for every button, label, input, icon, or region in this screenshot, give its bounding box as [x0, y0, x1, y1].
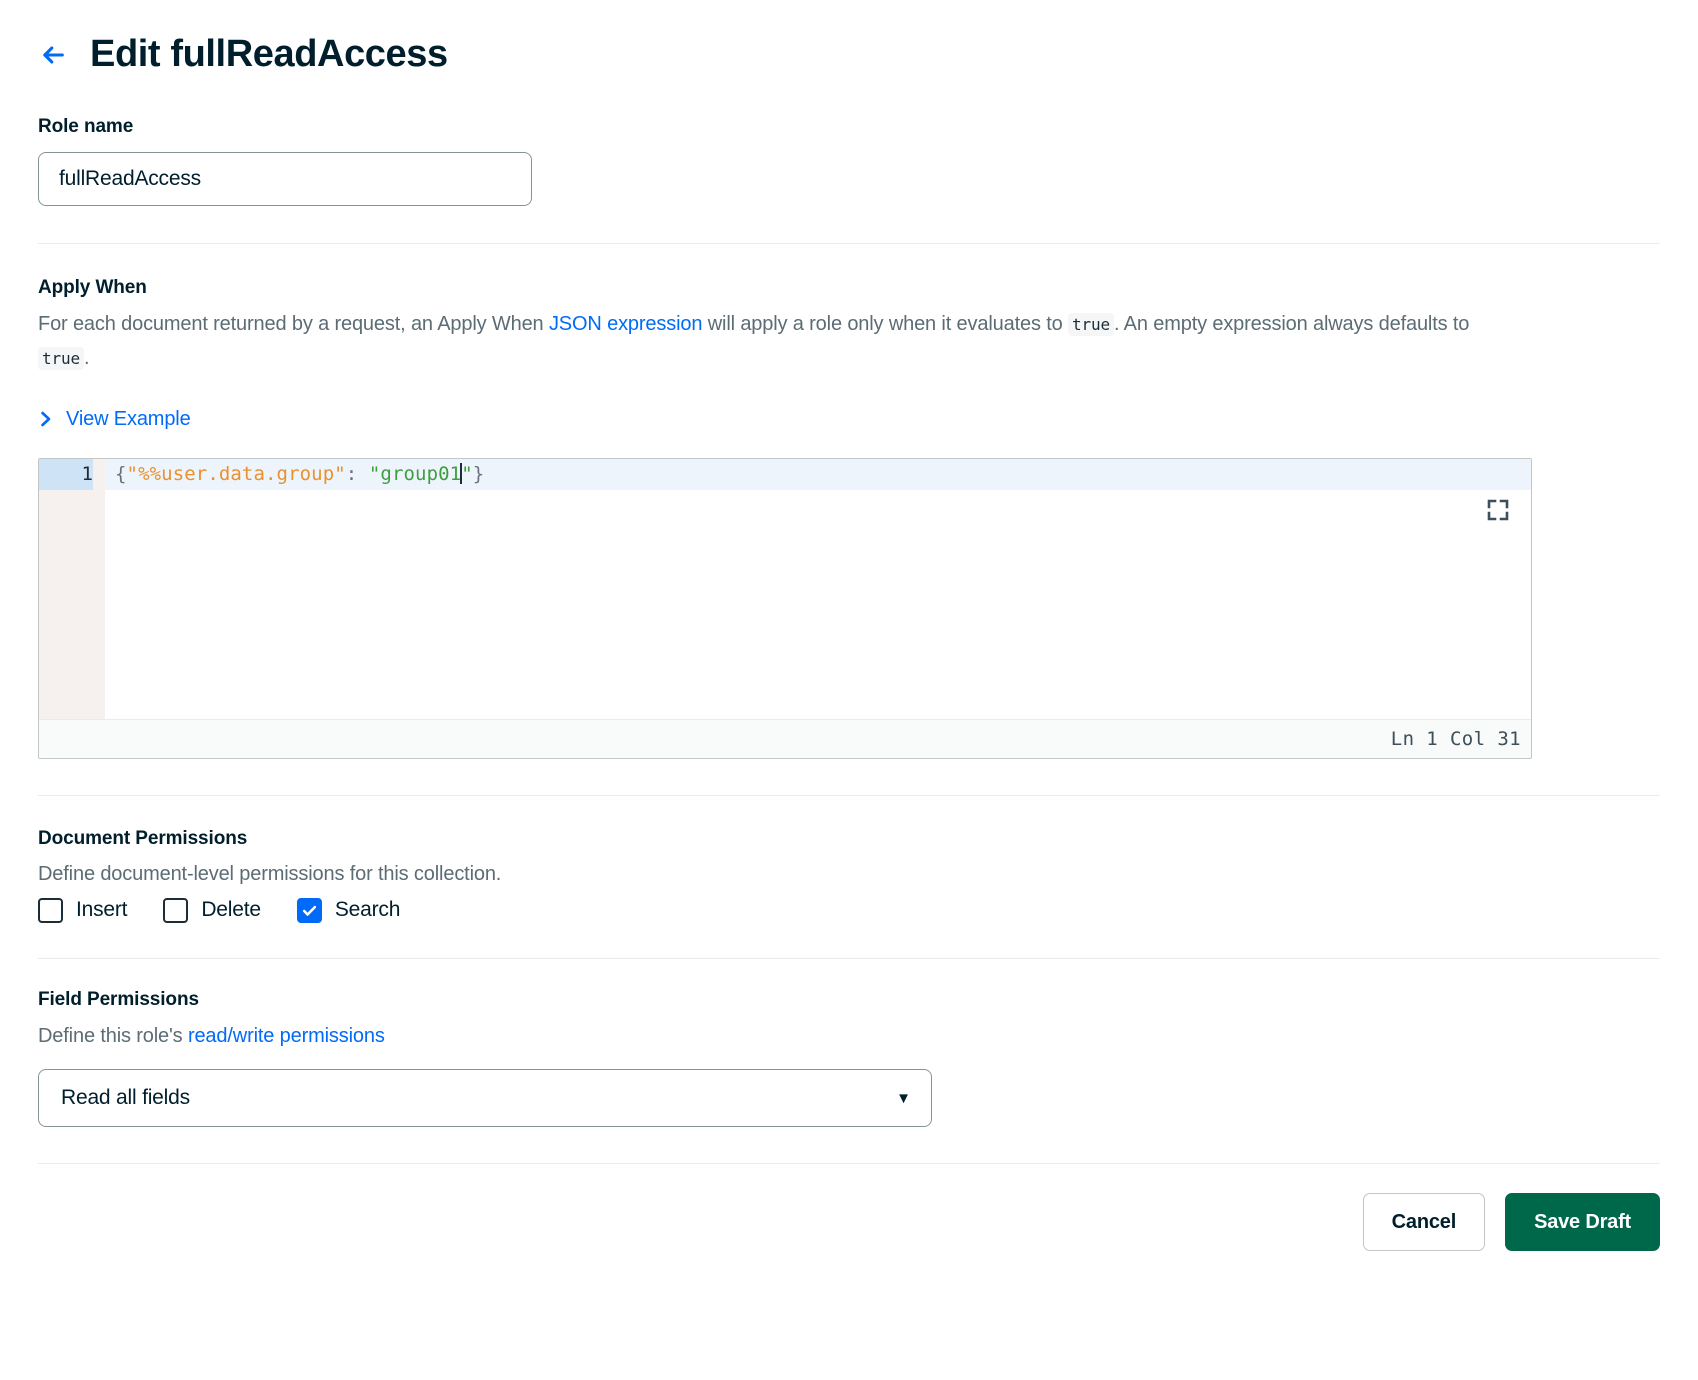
- field-permissions-select-value: Read all fields: [61, 1086, 190, 1110]
- code-close-brace: }: [472, 463, 485, 486]
- apply-when-desc-part3: . An empty expression always defaults to: [1113, 313, 1470, 335]
- document-permissions-description: Define document-level permissions for th…: [38, 863, 502, 886]
- checkbox-search[interactable]: Search: [296, 897, 401, 923]
- checkbox-insert-box[interactable]: [38, 897, 63, 923]
- field-permissions-desc-part1: Define this role's: [38, 1024, 188, 1047]
- editor-body[interactable]: 1 {"%%user.data.group": "group01"}: [39, 459, 1531, 720]
- checkbox-delete-box[interactable]: [163, 897, 189, 923]
- code-key: "%%user.data.group": [126, 463, 346, 486]
- read-write-permissions-link[interactable]: read/write permissions: [188, 1025, 385, 1047]
- code-open-brace: {: [115, 463, 127, 486]
- apply-when-description: For each document returned by a request,…: [38, 307, 1508, 376]
- apply-when-desc-part1: For each document returned by a request,…: [38, 313, 549, 335]
- code-colon: :: [345, 463, 369, 486]
- checkbox-delete[interactable]: Delete: [163, 897, 261, 923]
- json-expression-link[interactable]: JSON expression: [549, 313, 703, 335]
- editor-code-area[interactable]: {"%%user.data.group": "group01"}: [105, 459, 1531, 720]
- chevron-right-icon: [38, 410, 54, 428]
- checkbox-insert-label: Insert: [76, 898, 128, 922]
- true-code-chip-1: true: [1068, 313, 1114, 336]
- apply-when-desc-part4: .: [83, 347, 90, 370]
- code-line-1[interactable]: {"%%user.data.group": "group01"}: [105, 459, 1531, 491]
- checkbox-search-label: Search: [334, 898, 401, 922]
- edit-role-page: Edit fullReadAccess Role name Apply When…: [0, 0, 1698, 1380]
- true-code-chip-2: true: [38, 347, 84, 371]
- code-value: "group01: [368, 463, 462, 486]
- field-permissions-description: Define this role's read/write permission…: [38, 1019, 1508, 1053]
- page-title: Edit fullReadAccess: [90, 33, 448, 76]
- document-permissions-section: Document Permissions Define document-lev…: [38, 796, 1660, 923]
- code-value-end-quote: ": [461, 463, 473, 486]
- role-name-label: Role name: [38, 116, 134, 137]
- editor-gutter: 1: [39, 459, 105, 720]
- role-name-input[interactable]: [38, 152, 532, 206]
- apply-when-section: Apply When For each document returned by…: [38, 244, 1660, 760]
- page-header: Edit fullReadAccess: [38, 0, 1660, 86]
- cursor-position-status: Ln 1 Col 31: [1390, 728, 1521, 751]
- view-example-label: View Example: [66, 407, 191, 430]
- field-permissions-label: Field Permissions: [38, 988, 199, 1010]
- view-example-toggle[interactable]: View Example: [38, 408, 191, 431]
- role-name-section: Role name: [38, 86, 1660, 206]
- document-permissions-checkbox-row: Insert Delete Search: [38, 897, 1660, 923]
- back-arrow-icon[interactable]: [38, 40, 68, 70]
- save-draft-button[interactable]: Save Draft: [1505, 1193, 1660, 1252]
- line-number: 1: [39, 459, 93, 491]
- checkbox-search-box[interactable]: [296, 897, 322, 923]
- field-permissions-section: Field Permissions Define this role's rea…: [38, 959, 1660, 1128]
- chevron-down-icon: ▼: [896, 1089, 911, 1107]
- json-expression-editor[interactable]: 1 {"%%user.data.group": "group01"} Ln 1 …: [38, 458, 1532, 760]
- editor-status-bar: Ln 1 Col 31: [39, 719, 1531, 759]
- checkbox-insert[interactable]: Insert: [38, 897, 128, 923]
- form-footer: Cancel Save Draft: [38, 1164, 1660, 1252]
- field-permissions-select[interactable]: Read all fields ▼: [38, 1069, 932, 1128]
- apply-when-label: Apply When: [38, 277, 147, 298]
- expand-fullscreen-icon[interactable]: [1486, 498, 1510, 522]
- document-permissions-label: Document Permissions: [38, 828, 248, 850]
- apply-when-desc-part2: will apply a role only when it evaluates…: [702, 313, 1069, 335]
- cancel-button[interactable]: Cancel: [1362, 1193, 1486, 1252]
- checkbox-delete-label: Delete: [201, 898, 261, 922]
